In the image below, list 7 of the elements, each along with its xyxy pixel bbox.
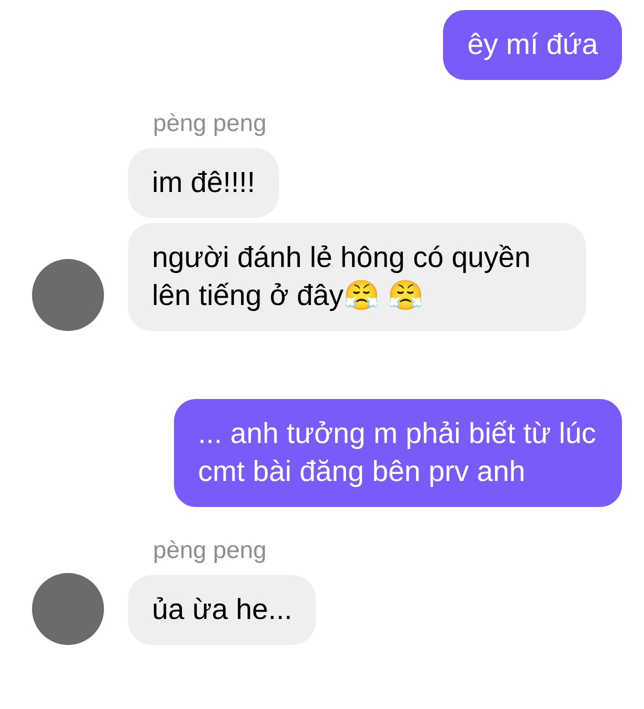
message-text: ... anh tưởng m phải biết từ lúc cmt bài đăng bên prv anh	[198, 418, 596, 488]
message-text: êy mí đứa	[467, 29, 598, 61]
sender-name: pèng peng	[152, 110, 266, 138]
message-text: ủa ừa he...	[152, 594, 292, 626]
message-text: người đánh lẻ hông có quyền lên tiếng ở đây😤 😤	[152, 242, 531, 312]
sender-name: pèng peng	[152, 537, 266, 565]
message-text: im đê!!!!	[152, 167, 256, 199]
